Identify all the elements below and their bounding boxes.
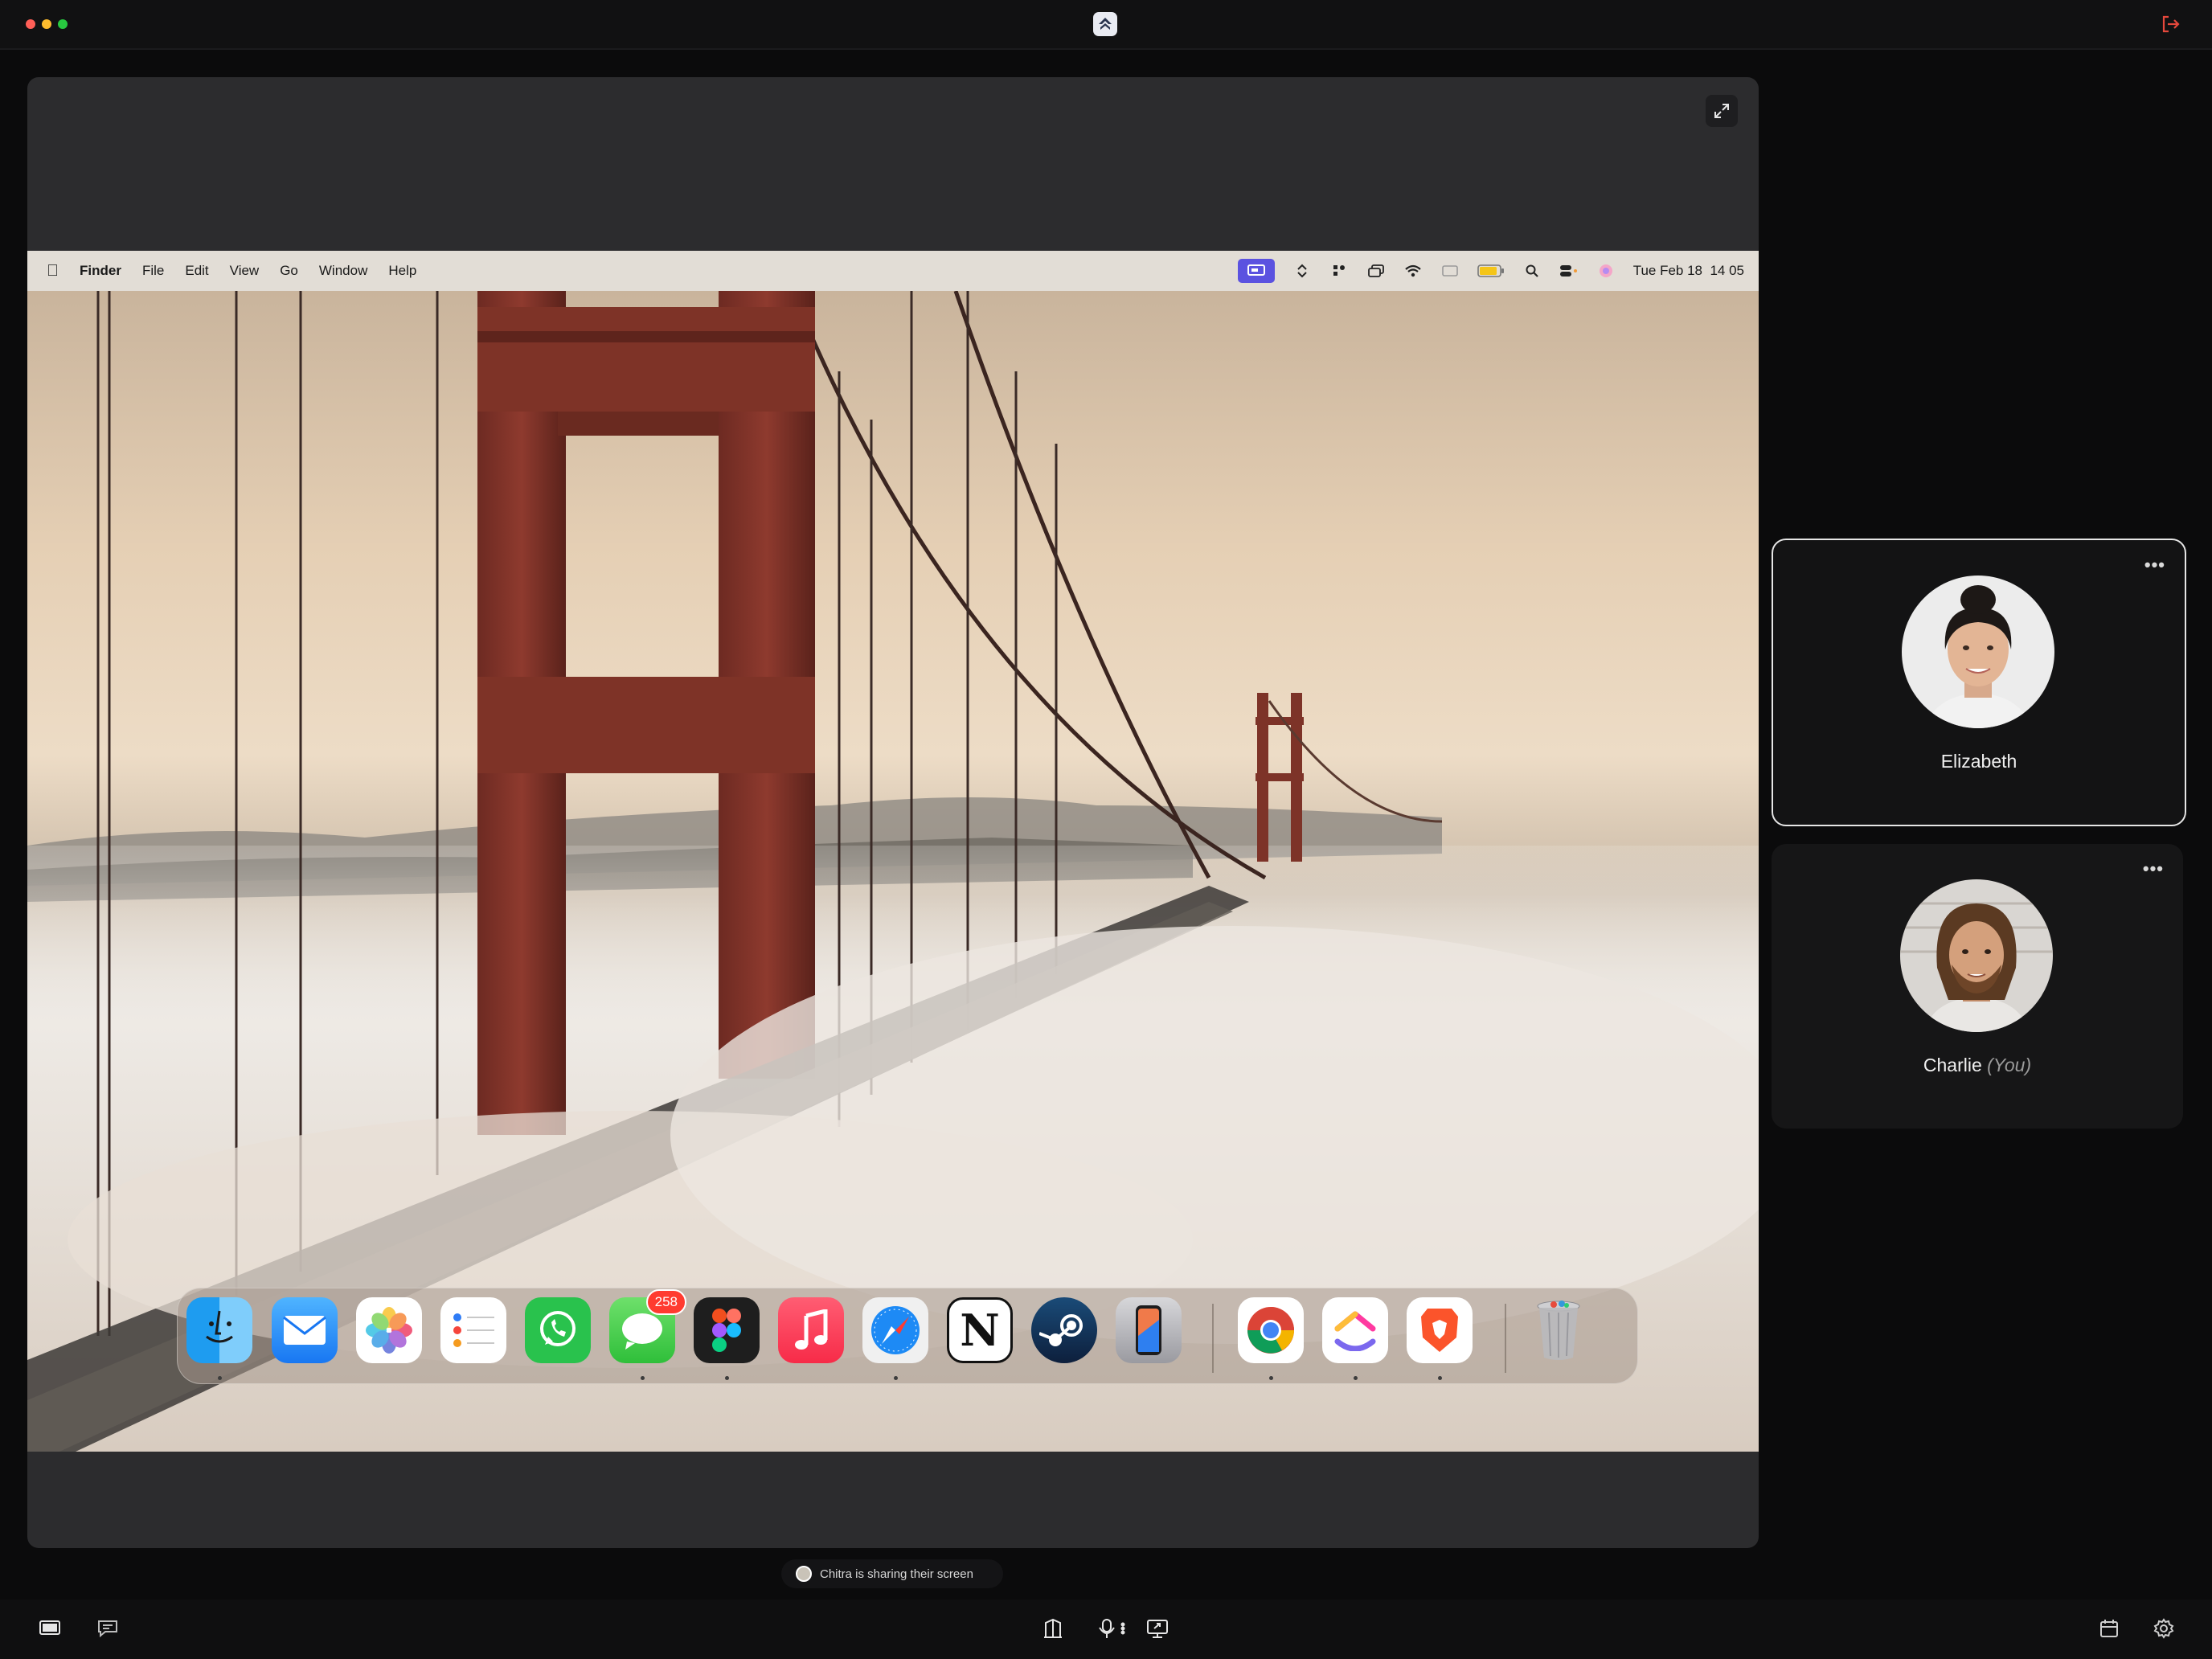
share-screen-icon xyxy=(1147,1620,1168,1638)
participant-options-button[interactable]: ••• xyxy=(2143,858,2164,879)
menu-item-file[interactable]: File xyxy=(142,263,164,279)
trash-icon[interactable] xyxy=(1526,1297,1591,1363)
sharing-status-text: Chitra is sharing their screen xyxy=(820,1567,973,1581)
display-icon[interactable] xyxy=(1440,264,1460,278)
settings-icon xyxy=(2153,1618,2174,1639)
running-indicator xyxy=(218,1376,222,1380)
whatsapp-icon[interactable] xyxy=(525,1297,591,1363)
menu-bar-clock[interactable]: Tue Feb 18 14 05 xyxy=(1633,263,1744,279)
participant-options-button[interactable]: ••• xyxy=(2144,555,2165,576)
iphone-mirroring-icon[interactable] xyxy=(1116,1297,1182,1363)
menu-item-finder[interactable]: Finder xyxy=(80,263,121,279)
app-logo-icon xyxy=(1093,12,1117,36)
figma-icon[interactable] xyxy=(694,1297,760,1363)
photos-icon[interactable] xyxy=(356,1297,422,1363)
battery-icon[interactable] xyxy=(1477,264,1505,278)
running-indicator xyxy=(641,1376,645,1380)
participant-name: Elizabeth xyxy=(1940,751,2017,772)
microphone-button[interactable] xyxy=(1095,1614,1132,1643)
calendar-button[interactable] xyxy=(2095,1614,2124,1643)
shared-screen:  Finder File Edit View Go Window Help xyxy=(27,251,1759,1452)
music-icon[interactable] xyxy=(778,1297,844,1363)
running-indicator xyxy=(1269,1376,1273,1380)
screen-share-stage:  Finder File Edit View Go Window Help xyxy=(27,77,1759,1548)
minimize-window-button[interactable] xyxy=(42,19,51,29)
screen-share-icon[interactable] xyxy=(1237,259,1275,283)
self-indicator: (You) xyxy=(1987,1055,2032,1075)
avatar xyxy=(1902,576,2054,728)
screen-view-button[interactable] xyxy=(35,1614,64,1643)
chrome-icon[interactable] xyxy=(1238,1297,1304,1363)
finder-icon[interactable] xyxy=(186,1297,252,1363)
expand-icon xyxy=(1714,104,1729,118)
calendar-icon xyxy=(2100,1620,2118,1637)
steam-icon[interactable] xyxy=(1031,1297,1097,1363)
sharing-status-toast: Chitra is sharing their screen xyxy=(781,1559,1003,1588)
chat-icon xyxy=(98,1620,117,1637)
siri-icon[interactable] xyxy=(1596,264,1616,278)
wifi-icon[interactable] xyxy=(1403,264,1423,278)
macos-menu-bar:  Finder File Edit View Go Window Help xyxy=(27,251,1759,291)
menu-item-window[interactable]: Window xyxy=(319,263,367,279)
exit-icon[interactable] xyxy=(2159,13,2181,35)
running-indicator xyxy=(894,1376,898,1380)
running-indicator xyxy=(1354,1376,1358,1380)
share-screen-button[interactable] xyxy=(1143,1614,1172,1643)
control-center-icon[interactable] xyxy=(1559,264,1579,278)
participant-name: Charlie (You) xyxy=(1772,1055,2183,1076)
settings-button[interactable] xyxy=(2149,1614,2178,1643)
notion-icon[interactable]: N xyxy=(947,1297,1013,1363)
clickup-icon[interactable] xyxy=(1322,1297,1388,1363)
search-icon[interactable] xyxy=(1522,264,1542,278)
participant-name-text: Charlie xyxy=(1923,1055,1982,1075)
chat-button[interactable] xyxy=(93,1614,122,1643)
avatar xyxy=(1900,879,2053,1032)
title-bar xyxy=(0,0,2212,50)
desktop-wallpaper xyxy=(27,290,1759,1452)
running-indicator xyxy=(1438,1376,1442,1380)
golden-gate-bridge-image xyxy=(27,290,1759,1452)
arrows-icon[interactable] xyxy=(1292,264,1312,278)
menu-bar-status-area: Tue Feb 18 14 05 xyxy=(1237,251,1744,291)
sharer-avatar xyxy=(796,1566,812,1582)
menu-item-edit[interactable]: Edit xyxy=(185,263,208,279)
bottom-toolbar xyxy=(0,1600,2212,1659)
layout-icon xyxy=(1044,1618,1062,1638)
participant-tile-elizabeth[interactable]: ••• Elizabeth xyxy=(1772,539,2186,826)
participant-tile-charlie[interactable]: ••• Charlie (You) xyxy=(1772,844,2183,1129)
dock-separator xyxy=(1505,1304,1506,1373)
unread-badge: 258 xyxy=(645,1289,686,1315)
menu-extra-icon[interactable] xyxy=(1329,264,1349,278)
brave-icon[interactable] xyxy=(1407,1297,1473,1363)
windows-icon[interactable] xyxy=(1366,264,1386,278)
running-indicator xyxy=(725,1376,729,1380)
zoom-window-button[interactable] xyxy=(58,19,68,29)
menu-item-help[interactable]: Help xyxy=(388,263,416,279)
fullscreen-button[interactable] xyxy=(1706,95,1738,127)
reminders-icon[interactable] xyxy=(440,1297,506,1363)
safari-icon[interactable] xyxy=(862,1297,928,1363)
screen-view-icon xyxy=(39,1620,60,1635)
menu-item-view[interactable]: View xyxy=(230,263,260,279)
close-window-button[interactable] xyxy=(26,19,35,29)
apple-icon[interactable]:  xyxy=(47,262,59,281)
mail-icon[interactable] xyxy=(272,1297,338,1363)
microphone-icon xyxy=(1099,1619,1125,1638)
messages-icon[interactable]: 258 xyxy=(609,1289,686,1363)
menu-item-go[interactable]: Go xyxy=(280,263,298,279)
layout-button[interactable] xyxy=(1038,1614,1067,1643)
dock-separator xyxy=(1212,1304,1214,1373)
